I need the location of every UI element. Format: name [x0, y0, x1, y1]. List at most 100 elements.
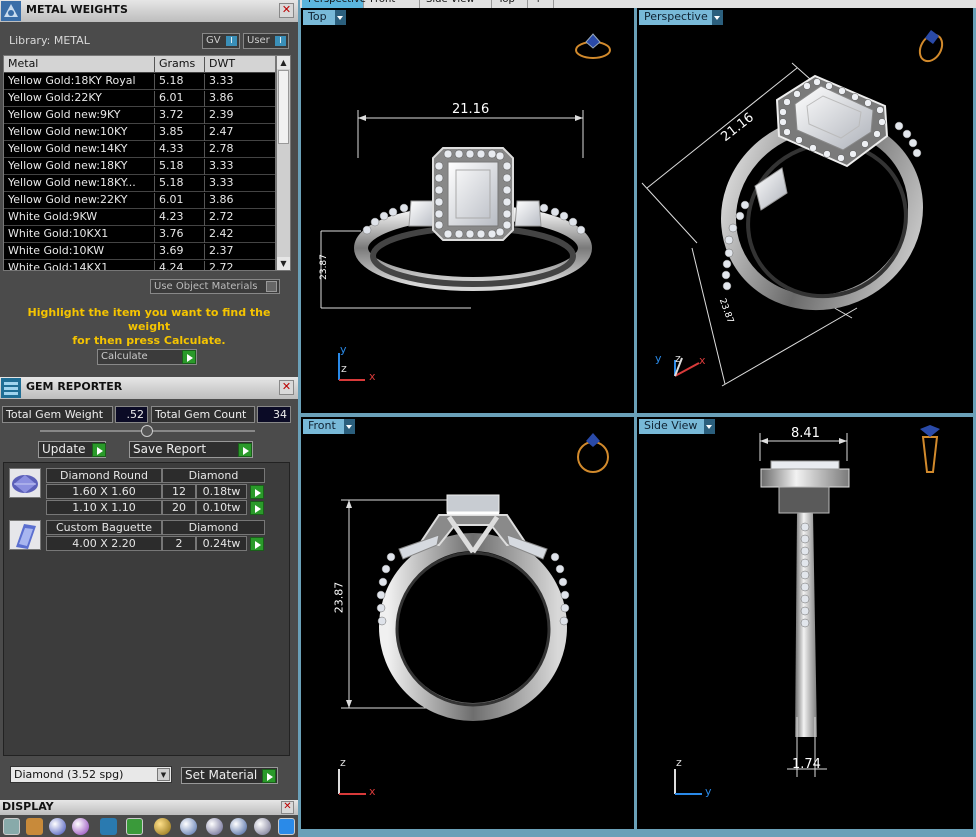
- user-indicator-icon: I: [275, 36, 286, 46]
- axis-y-label: y: [705, 785, 712, 798]
- use-object-materials-toggle[interactable]: Use Object Materials: [150, 279, 280, 294]
- calculate-go-icon[interactable]: [182, 350, 196, 364]
- select-gem-icon[interactable]: [250, 501, 264, 515]
- axis-x-label: x: [369, 370, 376, 383]
- axis-y-label: y: [340, 343, 347, 356]
- save-report-label: Save Report: [133, 442, 207, 456]
- sphere-purple-icon[interactable]: [72, 818, 89, 835]
- display-toolbar: [0, 816, 298, 837]
- save-report-go-icon[interactable]: [238, 443, 252, 457]
- scroll-down-icon[interactable]: ▼: [277, 257, 290, 270]
- close-icon[interactable]: ✕: [279, 380, 294, 395]
- viewport-perspective[interactable]: Perspective 21.16 23.87 y z x: [637, 8, 973, 413]
- plus-grid-icon[interactable]: [126, 818, 143, 835]
- square-blue-icon[interactable]: [278, 818, 295, 835]
- table-row[interactable]: White Gold:10KX1 3.76 2.42: [4, 226, 275, 243]
- metal-dwt: 2.47: [204, 125, 275, 141]
- table-row[interactable]: Yellow Gold new:18KY... 5.18 3.33: [4, 175, 275, 192]
- hint-line-2: for then press Calculate.: [72, 334, 226, 347]
- sphere-gray-icon[interactable]: [254, 818, 271, 835]
- sphere-steel-icon[interactable]: [230, 818, 247, 835]
- view-tabs: Perspective Front Side View Top +: [300, 0, 976, 8]
- orientation-ring-icon: [920, 425, 940, 473]
- metal-dwt: 3.86: [204, 193, 275, 209]
- tab-side-view[interactable]: Side View: [420, 0, 492, 8]
- axis-z-label: z: [341, 362, 347, 375]
- gem-material: Diamond: [162, 468, 265, 483]
- table-row[interactable]: Yellow Gold new:22KY 6.01 3.86: [4, 192, 275, 209]
- metal-grams: 5.18: [154, 176, 204, 192]
- tab-add[interactable]: +: [528, 0, 554, 8]
- top-height-dimension: 23.87: [318, 254, 329, 280]
- render-icon[interactable]: [100, 818, 117, 835]
- metal-table-scrollbar[interactable]: ▲ ▼: [276, 55, 291, 271]
- gem-weight: 0.24tw: [196, 536, 247, 551]
- material-select[interactable]: Diamond (3.52 spg) ▼: [10, 766, 172, 783]
- column-header-metal[interactable]: Metal: [4, 57, 154, 73]
- gem-reporter-title: GEM REPORTER: [26, 380, 123, 393]
- viewport-side[interactable]: Side View 8.41 1.74 z y: [637, 417, 973, 829]
- table-row[interactable]: Yellow Gold new:10KY 3.85 2.47: [4, 124, 275, 141]
- front-view-ring-drawing: [338, 433, 609, 795]
- sphere-blue-icon[interactable]: [49, 818, 66, 835]
- metal-grams: 4.23: [154, 210, 204, 226]
- table-row[interactable]: Yellow Gold new:18KY 5.18 3.33: [4, 158, 275, 175]
- gem-size: 4.00 X 2.20: [46, 536, 162, 551]
- metal-dwt: 2.78: [204, 142, 275, 158]
- close-icon[interactable]: ✕: [281, 801, 294, 814]
- metal-weights-icon: [0, 0, 22, 22]
- gem-count: 20: [162, 500, 196, 515]
- splitter-handle[interactable]: [141, 425, 153, 437]
- sphere-chrome-icon[interactable]: [180, 818, 197, 835]
- table-row[interactable]: Yellow Gold:22KY 6.01 3.86: [4, 90, 275, 107]
- select-gem-icon[interactable]: [250, 485, 264, 499]
- table-row[interactable]: White Gold:14KX1 4.24 2.72: [4, 260, 275, 270]
- total-gem-weight-label: Total Gem Weight: [2, 406, 113, 423]
- user-toggle[interactable]: User I: [243, 33, 289, 49]
- figure-icon[interactable]: [26, 818, 43, 835]
- scroll-up-icon[interactable]: ▲: [277, 56, 290, 69]
- gem-weight: 0.10tw: [196, 500, 247, 515]
- grid-icon[interactable]: [3, 818, 20, 835]
- gem-list: Diamond Round Diamond 1.60 X 1.60 12 0.1…: [3, 462, 290, 756]
- user-label: User: [247, 35, 270, 46]
- set-material-go-icon[interactable]: [262, 769, 276, 783]
- table-row[interactable]: Yellow Gold new:9KY 3.72 2.39: [4, 107, 275, 124]
- top-view-ring-drawing: [320, 33, 611, 381]
- table-row[interactable]: Yellow Gold new:14KY 4.33 2.78: [4, 141, 275, 158]
- metal-dwt: 2.37: [204, 244, 275, 260]
- table-row[interactable]: White Gold:10KW 3.69 2.37: [4, 243, 275, 260]
- axis-y-label: y: [655, 352, 662, 365]
- metal-name: Yellow Gold new:10KY: [8, 125, 128, 138]
- gv-toggle[interactable]: GV I: [202, 33, 240, 49]
- metal-grams: 3.85: [154, 125, 204, 141]
- column-header-dwt[interactable]: DWT: [204, 57, 275, 73]
- chevron-down-icon[interactable]: ▼: [157, 768, 170, 781]
- scroll-thumb[interactable]: [278, 70, 289, 144]
- column-header-grams[interactable]: Grams: [154, 57, 204, 73]
- update-go-icon[interactable]: [92, 443, 106, 457]
- table-row[interactable]: White Gold:9KW 4.23 2.72: [4, 209, 275, 226]
- metal-name: Yellow Gold:18KY Royal: [8, 74, 136, 87]
- select-gem-icon[interactable]: [250, 537, 264, 551]
- axis-z-label: z: [340, 756, 346, 769]
- close-icon[interactable]: ✕: [279, 3, 294, 18]
- metal-dwt: 2.72: [204, 210, 275, 226]
- viewport-top[interactable]: Top 21.16 23.87 y z x: [301, 8, 634, 413]
- metal-dwt: 3.33: [204, 159, 275, 175]
- metal-dwt: 2.42: [204, 227, 275, 243]
- tab-perspective[interactable]: Perspective: [302, 0, 366, 8]
- calculate-label: Calculate: [101, 351, 148, 362]
- save-report-button[interactable]: Save Report: [129, 441, 253, 458]
- tab-front[interactable]: Front: [364, 0, 420, 8]
- metal-dwt: 3.86: [204, 91, 275, 107]
- viewport-front[interactable]: Front 23.87 z x: [301, 417, 634, 829]
- sphere-silver-icon[interactable]: [206, 818, 223, 835]
- metal-dwt: 2.72: [204, 261, 275, 270]
- metal-weights-title: METAL WEIGHTS: [26, 3, 128, 16]
- gem-size: 1.60 X 1.60: [46, 484, 162, 499]
- tab-top[interactable]: Top: [492, 0, 528, 8]
- table-row[interactable]: Yellow Gold:18KY Royal 5.18 3.33: [4, 73, 275, 90]
- sphere-gold-icon[interactable]: [154, 818, 171, 835]
- perspective-ring-drawing: [641, 30, 944, 387]
